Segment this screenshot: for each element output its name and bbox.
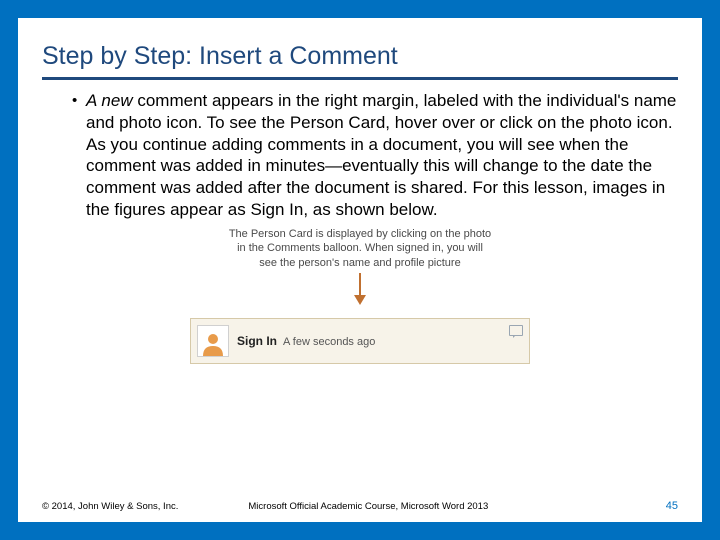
body-paragraph: • A new comment appears in the right mar… bbox=[42, 90, 678, 221]
avatar-placeholder bbox=[197, 325, 229, 357]
body-italic-lead: A new bbox=[86, 91, 133, 110]
callout-block: The Person Card is displayed by clicking… bbox=[42, 227, 678, 311]
body-text: A new comment appears in the right margi… bbox=[86, 90, 678, 221]
slide-title: Step by Step: Insert a Comment bbox=[42, 38, 678, 77]
callout-text: The Person Card is displayed by clicking… bbox=[229, 227, 491, 272]
balloon-author: Sign In bbox=[237, 334, 277, 348]
comment-balloon: Sign In A few seconds ago bbox=[190, 318, 530, 364]
reply-icon bbox=[509, 325, 523, 336]
title-underline bbox=[42, 77, 678, 80]
slide-footer: © 2014, John Wiley & Sons, Inc. Microsof… bbox=[42, 500, 678, 512]
comment-balloon-wrap: Sign In A few seconds ago bbox=[42, 318, 678, 364]
balloon-timestamp: A few seconds ago bbox=[283, 336, 375, 348]
slide-frame: Step by Step: Insert a Comment • A new c… bbox=[0, 0, 720, 540]
callout-line-1: The Person Card is displayed by clicking… bbox=[229, 227, 491, 242]
callout-line-3: see the person's name and profile pictur… bbox=[229, 256, 491, 271]
callout-line-2: in the Comments balloon. When signed in,… bbox=[229, 241, 491, 256]
footer-copyright: © 2014, John Wiley & Sons, Inc. bbox=[42, 501, 178, 512]
slide-content: Step by Step: Insert a Comment • A new c… bbox=[18, 18, 702, 522]
balloon-text: Sign In A few seconds ago bbox=[237, 334, 375, 348]
person-icon bbox=[200, 330, 226, 356]
body-rest: comment appears in the right margin, lab… bbox=[86, 91, 676, 219]
callout-arrow bbox=[42, 273, 678, 310]
bullet-icon: • bbox=[72, 90, 86, 221]
footer-page-number: 45 bbox=[666, 500, 678, 512]
footer-course: Microsoft Official Academic Course, Micr… bbox=[178, 501, 665, 512]
